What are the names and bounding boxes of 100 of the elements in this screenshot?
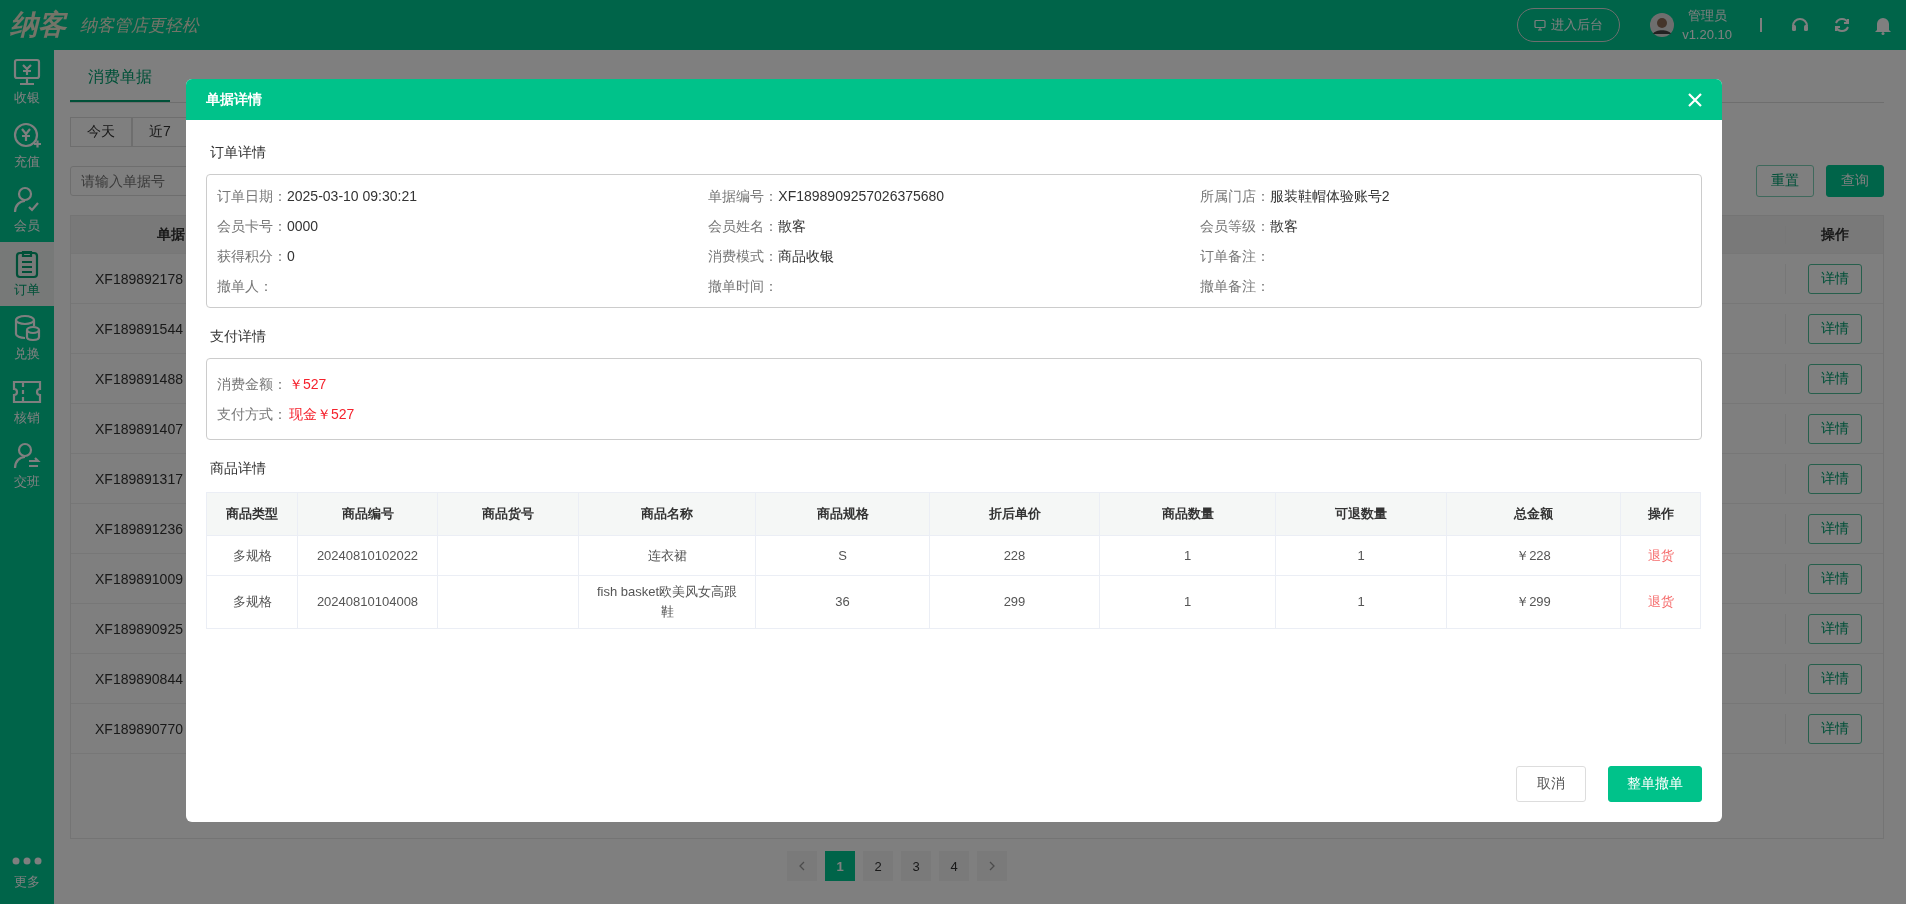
- table-cell: 20240810102022: [297, 535, 438, 576]
- info-field: 撤单时间：: [708, 277, 1200, 295]
- table-cell: XF189891544: [95, 320, 183, 337]
- sidebar-item[interactable]: 收银: [0, 50, 54, 114]
- column-header: 商品类型: [206, 492, 298, 536]
- query-button[interactable]: 查询: [1826, 165, 1884, 197]
- table-cell: ￥228: [1446, 535, 1621, 576]
- sidebar-item[interactable]: 核销: [0, 370, 54, 434]
- slogan: 纳客管店更轻松: [80, 13, 199, 37]
- user-check-icon: [12, 185, 42, 215]
- monitor-icon: [1534, 19, 1547, 31]
- table-cell: 连衣裙: [578, 535, 756, 576]
- detail-button[interactable]: 详情: [1807, 663, 1862, 694]
- page-button[interactable]: 4: [939, 851, 969, 881]
- next-page-button[interactable]: [977, 851, 1007, 881]
- page-button[interactable]: 1: [825, 851, 855, 881]
- detail-button[interactable]: 详情: [1807, 313, 1862, 344]
- reset-button[interactable]: 重置: [1756, 165, 1814, 197]
- column-header: 单据: [157, 225, 185, 242]
- table-cell: XF189891009: [95, 570, 183, 587]
- close-icon[interactable]: [1688, 92, 1702, 107]
- table-cell: 36: [755, 575, 930, 629]
- detail-button[interactable]: 详情: [1807, 263, 1862, 294]
- payment-field: 支付方式：现金￥527: [217, 405, 1691, 423]
- table-cell: ￥299: [1446, 575, 1621, 629]
- section-title: 订单详情: [210, 144, 267, 162]
- table-cell: XF189892178: [95, 270, 183, 287]
- database-icon: [12, 313, 42, 343]
- column-header: 商品数量: [1099, 492, 1276, 536]
- detail-button[interactable]: 详情: [1807, 613, 1862, 644]
- sidebar-item[interactable]: 充值: [0, 114, 54, 178]
- table-cell: 1: [1099, 535, 1276, 576]
- column-header: 商品货号: [437, 492, 579, 536]
- date-filter-button[interactable]: 近7: [132, 117, 188, 147]
- info-field: 获得积分：0: [217, 247, 709, 265]
- table-cell: XF189891236: [95, 520, 183, 537]
- detail-button[interactable]: 详情: [1807, 513, 1862, 544]
- tab[interactable]: 消费单据: [70, 67, 170, 102]
- page-button[interactable]: 2: [863, 851, 893, 881]
- detail-button[interactable]: 详情: [1807, 363, 1862, 394]
- sidebar-item[interactable]: 会员: [0, 178, 54, 242]
- page-button[interactable]: 3: [901, 851, 931, 881]
- info-field: 消费模式：商品收银: [708, 247, 1200, 265]
- detail-button[interactable]: 详情: [1807, 413, 1862, 444]
- column-header: 操作: [1785, 225, 1883, 244]
- info-field: 订单备注：: [1199, 247, 1691, 265]
- info-field: 会员卡号：0000: [217, 217, 709, 235]
- bell-icon[interactable]: [1874, 15, 1892, 35]
- user-swap-icon: [12, 441, 42, 471]
- date-filter-button[interactable]: 今天: [70, 117, 132, 147]
- info-field: 所属门店：服装鞋帽体验账号2: [1199, 187, 1691, 205]
- table-cell: S: [755, 535, 930, 576]
- coin-plus-icon: [12, 121, 42, 151]
- version-label: v1.20.10: [1682, 26, 1732, 44]
- info-field: 会员姓名：散客: [708, 217, 1200, 235]
- sidebar-item[interactable]: 订单: [0, 242, 54, 306]
- cancel-button[interactable]: 取消: [1516, 766, 1586, 802]
- info-field: 撤单备注：: [1199, 277, 1691, 295]
- prev-page-button[interactable]: [787, 851, 817, 881]
- table-cell: XF189891488: [95, 370, 183, 387]
- table-cell: XF189890925: [95, 620, 183, 637]
- table-cell: 1: [1275, 575, 1447, 629]
- more-menu[interactable]: 更多: [0, 844, 54, 904]
- column-header: 总金额: [1446, 492, 1621, 536]
- table-cell: 多规格: [206, 575, 298, 629]
- detail-button[interactable]: 详情: [1807, 563, 1862, 594]
- table-cell: 228: [929, 535, 1100, 576]
- column-header: 商品编号: [297, 492, 438, 536]
- return-link[interactable]: 退货: [1620, 575, 1701, 629]
- avatar-icon: [1650, 13, 1675, 37]
- column-header: 商品规格: [755, 492, 930, 536]
- info-field: 会员等级：散客: [1199, 217, 1691, 235]
- sidebar-item[interactable]: 交班: [0, 434, 54, 498]
- info-field: 撤单人：: [217, 277, 709, 295]
- detail-button[interactable]: 详情: [1807, 713, 1862, 744]
- table-cell: 1: [1275, 535, 1447, 576]
- section-title: 商品详情: [210, 460, 267, 478]
- table-cell: 20240810104008: [297, 575, 438, 629]
- table-cell: XF189891317: [95, 470, 183, 487]
- info-field: 单据编号：XF1898909257026375680: [708, 187, 1200, 205]
- info-field: 订单日期：2025-03-10 09:30:21: [217, 187, 709, 205]
- cash-register-icon: [12, 57, 42, 87]
- logo: 纳客: [10, 8, 66, 42]
- table-cell: XF189890844: [95, 670, 183, 687]
- sync-icon[interactable]: [1832, 15, 1852, 35]
- void-order-button[interactable]: 整单撤单: [1608, 766, 1702, 802]
- detail-button[interactable]: 详情: [1807, 463, 1862, 494]
- column-header: 可退数量: [1275, 492, 1447, 536]
- sidebar-item[interactable]: 兑换: [0, 306, 54, 370]
- user-name: 管理员: [1687, 7, 1727, 25]
- dialog-title: 单据详情: [206, 90, 262, 109]
- column-header: 操作: [1620, 492, 1701, 536]
- section-title: 支付详情: [210, 328, 267, 346]
- table-cell: XF189890770: [95, 720, 183, 737]
- table-cell: 299: [929, 575, 1100, 629]
- table-cell: XF189891407: [95, 420, 183, 437]
- return-link[interactable]: 退货: [1620, 535, 1701, 576]
- table-cell: 1: [1099, 575, 1276, 629]
- column-header: 商品名称: [578, 492, 756, 536]
- table-cell: fish basket欧美风女高跟鞋: [578, 575, 756, 629]
